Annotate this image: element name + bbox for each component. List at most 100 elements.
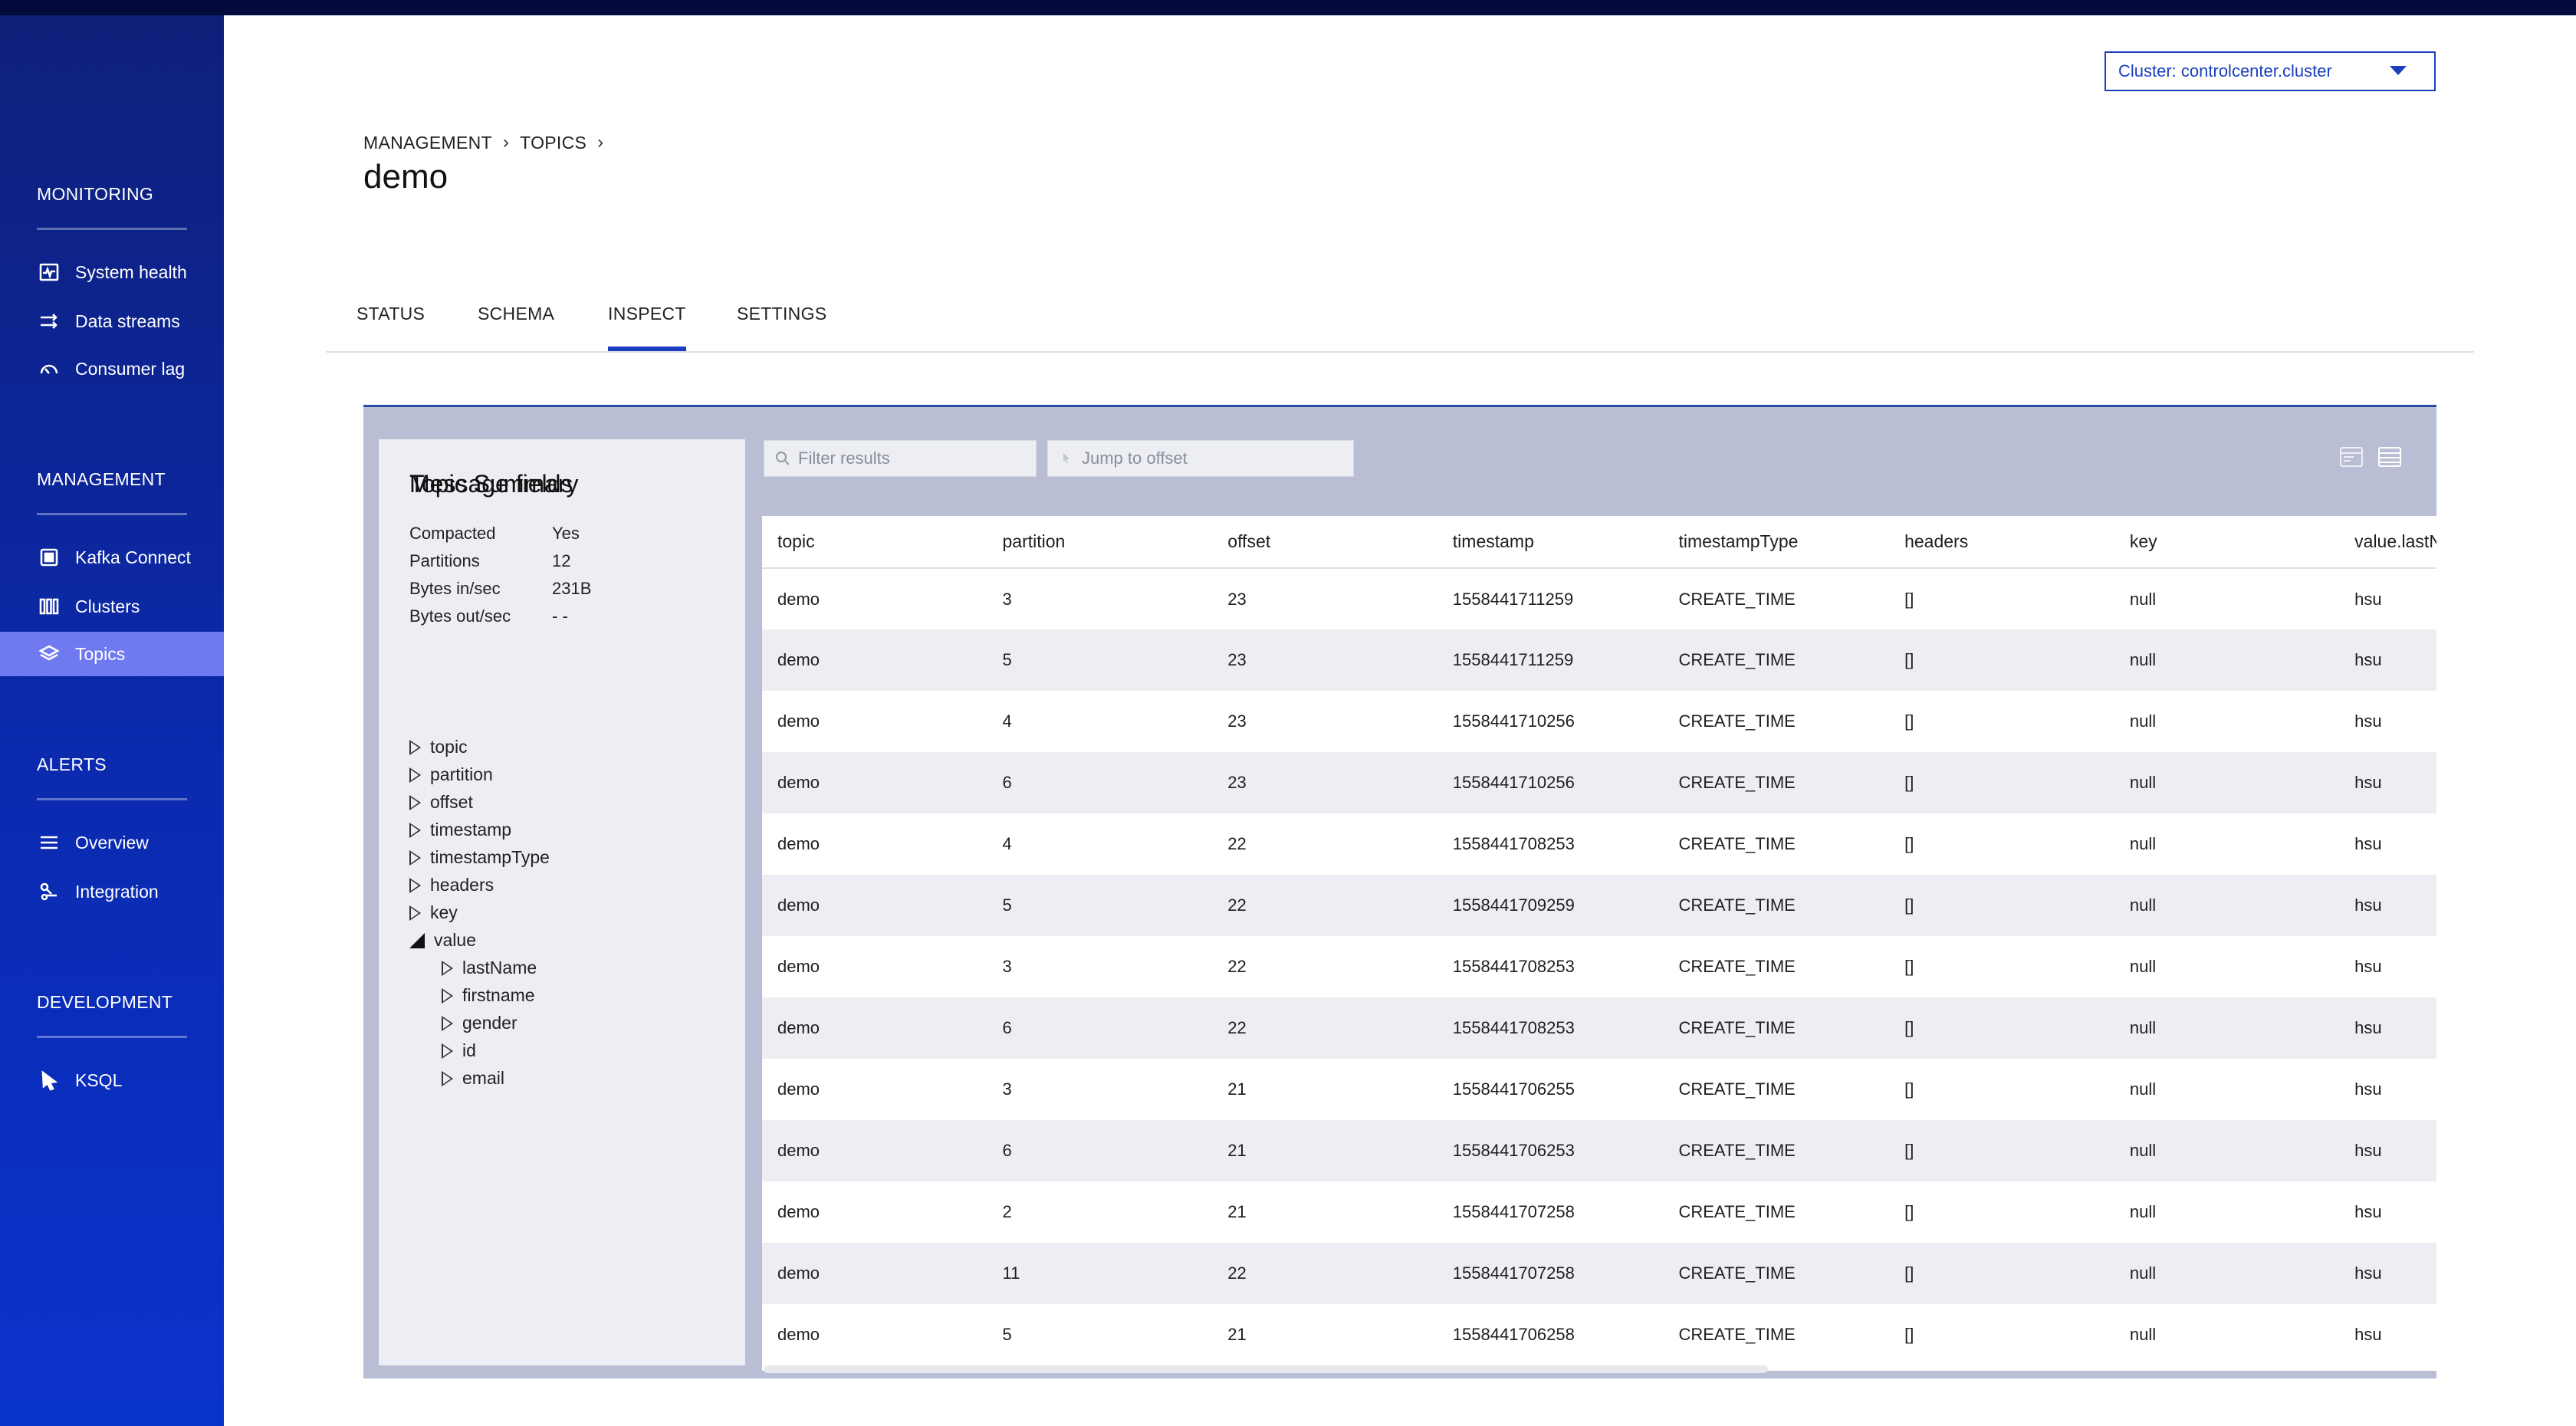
caret-right-icon[interactable]	[409, 877, 421, 893]
breadcrumb-management[interactable]: MANAGEMENT	[363, 133, 492, 153]
table-cell: null	[2114, 997, 2340, 1059]
column-header[interactable]: value.lastName	[2339, 516, 2436, 569]
message-field-item[interactable]: key	[409, 902, 458, 923]
tab-inspect[interactable]: INSPECT	[608, 304, 686, 351]
horizontal-scrollbar[interactable]	[764, 1365, 1768, 1373]
caret-right-icon[interactable]	[409, 767, 421, 783]
caret-right-icon[interactable]	[409, 905, 421, 921]
cluster-select-value: Cluster: controlcenter.cluster	[2118, 61, 2332, 80]
column-header[interactable]: timestamp	[1437, 516, 1664, 569]
breadcrumb-topics[interactable]: TOPICS	[520, 133, 586, 153]
sidebar-item-overview[interactable]: Overview	[0, 820, 224, 865]
message-field-label: key	[430, 902, 458, 922]
jump-to-offset-input[interactable]: Jump to offset	[1047, 440, 1354, 477]
table-cell: 3	[1002, 957, 1012, 976]
message-field-item[interactable]: gender	[442, 1013, 518, 1033]
caret-right-icon[interactable]	[409, 739, 421, 755]
caret-right-icon[interactable]	[442, 987, 453, 1004]
sidebar-item-label: Kafka Connect	[75, 547, 191, 567]
message-field-item[interactable]: partition	[409, 764, 493, 785]
table-cell: 1558441711259	[1452, 589, 1574, 609]
sidebar-item-integration[interactable]: Integration	[0, 869, 224, 914]
messages-table-container[interactable]: topic partition offset timestamp timestampTy…	[762, 516, 2436, 1371]
table-cell: CREATE_TIME	[1678, 1079, 1796, 1099]
table-cell: 1558441706253	[1437, 1120, 1664, 1181]
message-field-item[interactable]: lastName	[442, 958, 537, 978]
cluster-select[interactable]: Cluster: controlcenter.cluster	[2104, 51, 2436, 91]
table-row[interactable]: demo 5 21 1558441706258 CREATE_TIME [] null hsu	[762, 1304, 2436, 1365]
table-cell: hsu	[2354, 1079, 2382, 1099]
table-cell: demo	[762, 629, 987, 691]
table-cell: CREATE_TIME	[1678, 957, 1796, 976]
table-row[interactable]: demo 3 22 1558441708253 CREATE_TIME [] null hsu	[762, 936, 2436, 997]
table-row[interactable]: demo 3 23 1558441711259 CREATE_TIME [] null hsu	[762, 568, 2436, 629]
table-row[interactable]: demo 3 21 1558441706255 CREATE_TIME [] null hsu	[762, 1059, 2436, 1120]
table-row[interactable]: demo 5 23 1558441711259 CREATE_TIME[] null hsu	[762, 629, 2436, 691]
table-cell: hsu	[2339, 752, 2436, 813]
search-icon	[775, 451, 790, 465]
message-field-item[interactable]: id	[442, 1040, 476, 1061]
cursor-icon	[1063, 453, 1070, 464]
caret-right-icon[interactable]	[442, 960, 453, 976]
table-row[interactable]: demo 6 21 1558441706253 CREATE_TIME[] null hsu	[762, 1120, 2436, 1181]
table-row[interactable]: demo 5 22 1558441709259 CREATE_TIME[] null hsu	[762, 875, 2436, 936]
table-row[interactable]: demo 6 23 1558441710256 CREATE_TIME[] null hsu	[762, 752, 2436, 813]
table-row[interactable]: demo 6 22 1558441708253 CREATE_TIME[] null hsu	[762, 997, 2436, 1059]
sidebar-item-ksql[interactable]: KSQL	[0, 1058, 224, 1102]
summary-value: 12	[552, 551, 571, 570]
table-cell: null	[2114, 629, 2340, 691]
filter-placeholder: Filter results	[798, 449, 890, 468]
sidebar-item-consumer-lag[interactable]: Consumer lag	[0, 347, 224, 391]
message-field-item[interactable]: offset	[409, 792, 473, 813]
table-row[interactable]: demo 11 22 1558441707258 CREATE_TIME[] null hs…	[762, 1243, 2436, 1304]
tab-status[interactable]: STATUS	[356, 304, 425, 351]
kafka-connect-icon	[37, 545, 61, 570]
caret-expanded-icon[interactable]	[409, 932, 425, 948]
caret-right-icon[interactable]	[409, 822, 421, 838]
column-header[interactable]: offset	[1212, 516, 1438, 569]
sidebar-item-system-health[interactable]: System health	[0, 250, 224, 294]
tab-settings[interactable]: SETTINGS	[737, 304, 826, 351]
table-cell: []	[1904, 1202, 1914, 1221]
filter-input[interactable]: Filter results	[764, 440, 1037, 477]
summary-row: Bytes out/sec - -	[409, 606, 568, 626]
table-row[interactable]: demo 4 23 1558441710256 CREATE_TIME [] null hsu	[762, 691, 2436, 752]
table-view-icon[interactable]	[2377, 444, 2403, 470]
message-field-item[interactable]: timestampType	[409, 847, 550, 868]
sidebar-item-label: Consumer lag	[75, 358, 186, 379]
column-header[interactable]: topic	[762, 516, 987, 569]
caret-right-icon[interactable]	[442, 1070, 453, 1086]
message-field-item[interactable]: firstname	[442, 985, 535, 1006]
column-header[interactable]: key	[2114, 516, 2340, 569]
column-header[interactable]: partition	[987, 516, 1213, 569]
caret-right-icon[interactable]	[409, 849, 421, 866]
caret-right-icon[interactable]	[442, 1043, 453, 1059]
table-cell: 23	[1212, 629, 1438, 691]
table-row[interactable]: demo 4 22 1558441708253 CREATE_TIME [] null hsu	[762, 813, 2436, 875]
table-row[interactable]: demo 2 21 1558441707258 CREATE_TIME [] null hsu	[762, 1181, 2436, 1243]
message-field-item[interactable]: timestamp	[409, 820, 511, 840]
message-field-item[interactable]: value	[409, 930, 476, 951]
message-field-item[interactable]: email	[442, 1068, 504, 1089]
message-field-label: gender	[462, 1013, 518, 1033]
table-cell: 6	[987, 752, 1213, 813]
sidebar: MONITORING System health Data streams Co…	[0, 15, 224, 1426]
table-cell: 3	[1002, 589, 1012, 609]
card-view-icon[interactable]	[2338, 444, 2364, 470]
topics-icon	[37, 642, 61, 666]
sidebar-item-clusters[interactable]: Clusters	[0, 584, 224, 629]
chevron-down-icon	[2390, 66, 2407, 75]
column-header[interactable]: timestampType	[1663, 516, 1890, 569]
sidebar-item-data-streams[interactable]: Data streams	[0, 299, 224, 343]
summary-value: 231B	[552, 579, 592, 598]
column-header[interactable]: headers	[1889, 516, 2114, 569]
tab-schema[interactable]: SCHEMA	[478, 304, 554, 351]
sidebar-item-topics[interactable]: Topics	[0, 632, 224, 676]
sidebar-item-kafka-connect[interactable]: Kafka Connect	[0, 535, 224, 580]
caret-right-icon[interactable]	[442, 1015, 453, 1031]
table-cell: 22	[1227, 834, 1247, 853]
message-field-item[interactable]: topic	[409, 737, 468, 757]
caret-right-icon[interactable]	[409, 794, 421, 810]
message-field-item[interactable]: headers	[409, 875, 494, 895]
table-cell: hsu	[2339, 1120, 2436, 1181]
